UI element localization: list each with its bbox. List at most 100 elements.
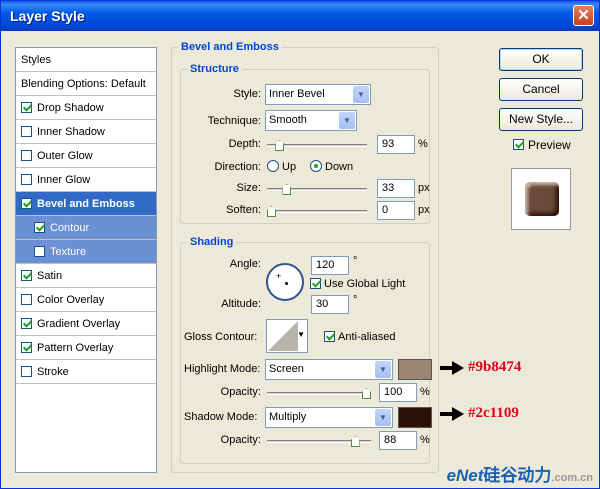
shading-title: Shading (187, 236, 237, 248)
styles-list-item[interactable]: Outer Glow (16, 144, 156, 168)
style-checkbox[interactable] (21, 126, 32, 137)
cancel-button[interactable]: Cancel (499, 78, 583, 101)
title-bar[interactable]: Layer Style ✕ (1, 1, 599, 31)
styles-list-item-label: Contour (50, 221, 90, 234)
chevron-down-icon: ▼ (353, 86, 369, 103)
styles-list-item[interactable]: Stroke (16, 360, 156, 384)
style-checkbox[interactable] (21, 294, 32, 305)
styles-list-item-label: Texture (50, 245, 87, 258)
chevron-down-icon: ▼ (375, 409, 391, 426)
style-checkbox[interactable] (21, 102, 32, 113)
highlight-mode-select[interactable]: Screen ▼ (265, 359, 393, 380)
window-title: Layer Style (10, 8, 85, 24)
styles-list-item-label: Inner Glow (37, 173, 91, 186)
style-checkbox[interactable] (21, 342, 32, 353)
watermark-domain: .com.cn (551, 472, 593, 484)
new-style-button[interactable]: New Style... (499, 108, 583, 131)
style-checkbox[interactable] (21, 318, 32, 329)
styles-list-item-label: Color Overlay (37, 293, 105, 306)
direction-down-radio[interactable] (310, 160, 322, 172)
chevron-down-icon: ▼ (375, 361, 391, 378)
shadow-opacity-input[interactable]: 88 (379, 431, 417, 450)
soften-slider[interactable] (267, 210, 367, 213)
direction-up-radio[interactable] (267, 160, 279, 172)
contour-curve-icon (268, 321, 298, 351)
style-checkbox[interactable] (21, 366, 32, 377)
depth-label: Depth: (228, 138, 261, 150)
soften-label: Soften: (226, 204, 261, 216)
gloss-contour-label: Gloss Contour: (184, 331, 258, 343)
technique-label: Technique: (207, 115, 261, 127)
angle-label: Angle: (229, 258, 261, 270)
shadow-hex-text: #2c1109 (468, 405, 519, 421)
styles-list-item-label: Outer Glow (37, 149, 93, 162)
highlight-opacity-label: Opacity: (220, 386, 261, 398)
structure-title: Structure (187, 63, 242, 75)
highlight-mode-value: Screen (269, 363, 304, 375)
styles-list-item[interactable]: Inner Glow (16, 168, 156, 192)
depth-input[interactable]: 93 (377, 135, 415, 154)
size-label: Size: (236, 182, 261, 194)
angle-unit: ° (353, 255, 358, 267)
style-checkbox[interactable] (21, 270, 32, 281)
styles-list-item[interactable]: Color Overlay (16, 288, 156, 312)
bevel-emboss-title: Bevel and Emboss (178, 41, 282, 53)
styles-list-item[interactable]: Bevel and Emboss (16, 192, 156, 216)
styles-list-item[interactable]: Gradient Overlay (16, 312, 156, 336)
angle-dial[interactable]: + (266, 263, 304, 301)
highlight-hex-text: #9b8474 (468, 359, 522, 375)
styles-list-item-label: Pattern Overlay (37, 341, 114, 354)
preview-checkbox[interactable] (513, 139, 524, 150)
styles-list-item[interactable]: Drop Shadow (16, 96, 156, 120)
styles-list-item[interactable]: Contour (16, 216, 156, 240)
style-checkbox[interactable] (34, 222, 45, 233)
styles-list: Styles Blending Options: Default Drop Shad… (15, 47, 157, 473)
preview-swatch (525, 182, 559, 216)
style-checkbox[interactable] (21, 174, 32, 185)
highlight-opacity-slider[interactable] (267, 392, 371, 395)
direction-down-label: Down (325, 161, 354, 173)
shadow-opacity-label: Opacity: (220, 434, 261, 446)
styles-list-item[interactable]: Pattern Overlay (16, 336, 156, 360)
size-slider[interactable] (267, 188, 367, 191)
angle-input[interactable]: 120 (311, 256, 349, 275)
shadow-color-swatch[interactable] (398, 407, 432, 428)
anti-aliased-checkbox[interactable] (324, 331, 335, 342)
preview-label: Preview (528, 138, 571, 152)
highlight-hex-callout: #9b8474 (440, 359, 521, 376)
altitude-label: Altitude: (221, 298, 261, 310)
gloss-contour-picker[interactable]: ▼ (266, 319, 308, 353)
styles-list-item[interactable]: Satin (16, 264, 156, 288)
highlight-color-swatch[interactable] (398, 359, 432, 380)
style-checkbox[interactable] (21, 150, 32, 161)
size-input[interactable]: 33 (377, 179, 415, 198)
technique-select[interactable]: Smooth ▼ (265, 110, 357, 131)
styles-list-item-label: Gradient Overlay (37, 317, 121, 330)
style-checkbox[interactable] (34, 246, 45, 257)
styles-list-item[interactable]: Styles (16, 48, 156, 72)
altitude-input[interactable]: 30 (311, 295, 349, 314)
crosshair-icon: + (276, 271, 282, 281)
depth-unit: % (418, 138, 428, 150)
shadow-mode-select[interactable]: Multiply ▼ (265, 407, 393, 428)
close-button[interactable]: ✕ (573, 5, 594, 26)
style-value: Inner Bevel (269, 88, 325, 100)
styles-list-item-label: Inner Shadow (37, 125, 105, 138)
styles-list-item-label: Satin (37, 269, 63, 282)
shadow-opacity-unit: % (420, 434, 430, 446)
dialog-body: Styles Blending Options: Default Drop Shad… (4, 31, 596, 487)
styles-list-item[interactable]: Texture (16, 240, 156, 264)
highlight-opacity-input[interactable]: 100 (379, 383, 417, 402)
soften-input[interactable]: 0 (377, 201, 415, 220)
style-checkbox[interactable] (21, 198, 32, 209)
arrow-right-icon (440, 406, 464, 421)
use-global-light-checkbox[interactable] (310, 278, 321, 289)
ok-button[interactable]: OK (499, 48, 583, 71)
shadow-mode-label: Shadow Mode: (184, 411, 258, 423)
styles-list-item[interactable]: Blending Options: Default (16, 72, 156, 96)
styles-list-item[interactable]: Inner Shadow (16, 120, 156, 144)
chevron-down-icon: ▼ (297, 330, 305, 339)
style-select[interactable]: Inner Bevel ▼ (265, 84, 371, 105)
styles-list-item-label: Stroke (37, 365, 69, 378)
preview-thumbnail (511, 168, 571, 230)
